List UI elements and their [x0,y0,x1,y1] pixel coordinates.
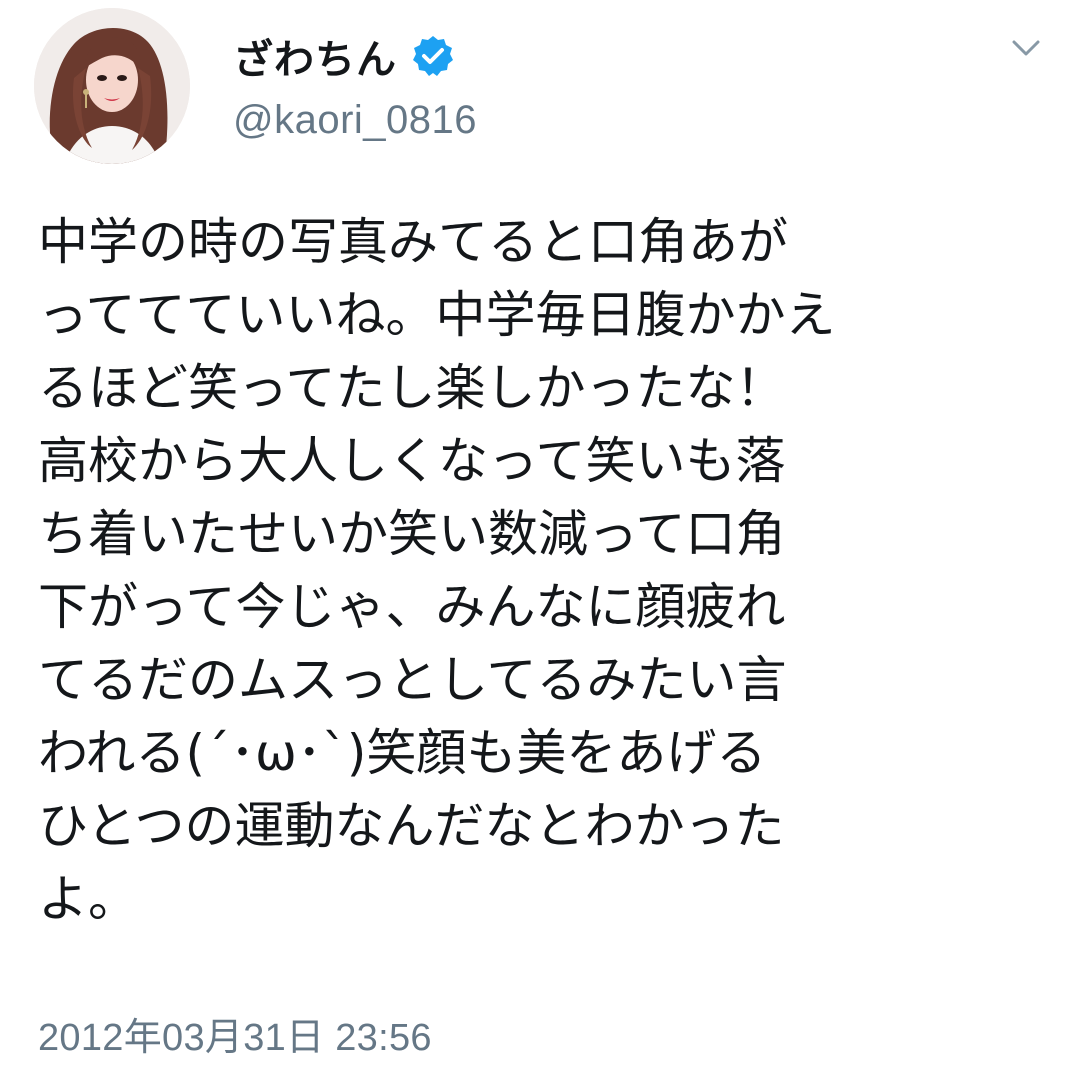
chevron-down-icon[interactable] [1008,30,1044,66]
avatar-image [34,8,190,164]
tweet-timestamp[interactable]: 2012年03月31日 23:56 [38,1006,432,1061]
verified-badge-icon [411,34,455,78]
tweet-card: ざわちん @kaori_0816 中学の時の写真みてると口角あが っててていいね… [0,0,1078,1070]
tweet-text: 中学の時の写真みてると口角あが っててていいね。中学毎日腹かかえ るほど笑ってた… [38,213,836,928]
user-info: ざわちん @kaori_0816 [233,26,477,143]
name-row: ざわちん [233,26,477,86]
avatar[interactable] [34,8,190,164]
user-handle[interactable]: @kaori_0816 [233,98,477,143]
display-name[interactable]: ざわちん [233,27,397,85]
